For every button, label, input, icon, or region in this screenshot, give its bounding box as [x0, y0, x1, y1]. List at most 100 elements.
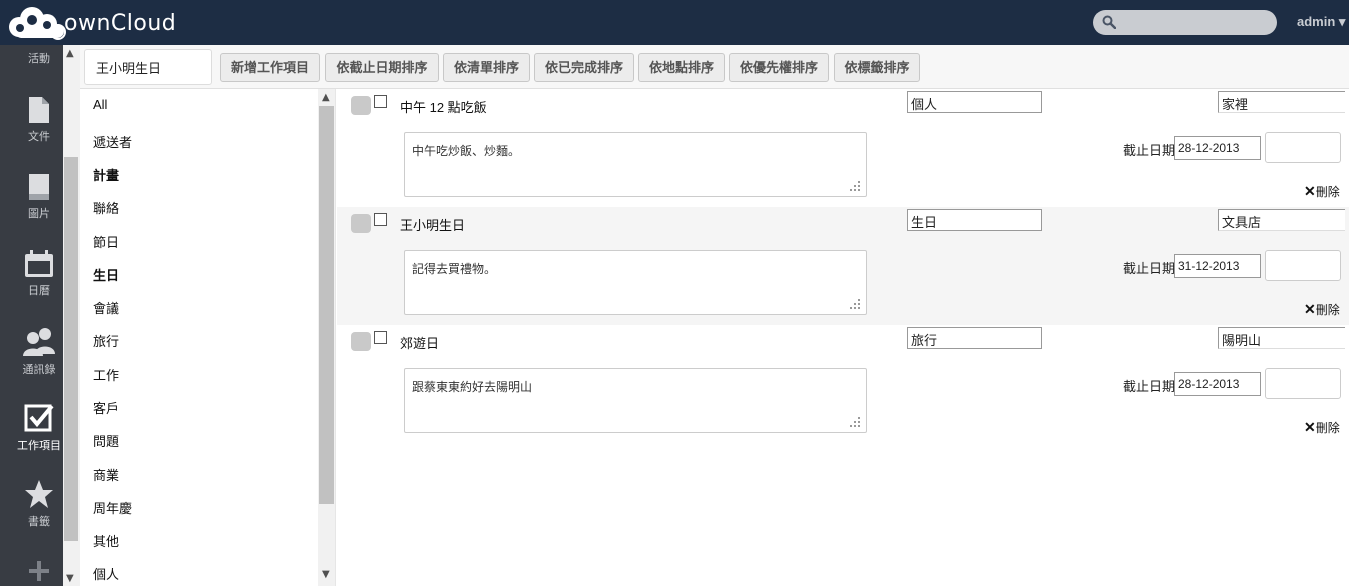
scroll-down-arrow-icon[interactable]: ▼: [322, 569, 330, 580]
task-complete-checkbox[interactable]: [374, 331, 387, 344]
task-row: 郊遊日 旅行 陽明山 跟蔡東東約好去陽明山 截止日期 28-12-2013 ✕刪…: [337, 325, 1349, 443]
task-location-field[interactable]: 家裡: [1218, 91, 1345, 113]
close-icon: ✕: [1304, 183, 1316, 199]
category-item[interactable]: 遞送者: [93, 132, 132, 151]
user-menu[interactable]: admin ▾: [1297, 14, 1345, 30]
due-date-label: 截止日期: [1123, 379, 1176, 394]
priority-handle[interactable]: [351, 96, 371, 115]
plus-icon: [29, 561, 49, 581]
due-date-input[interactable]: 28-12-2013: [1174, 372, 1261, 396]
resize-grip-icon[interactable]: [850, 181, 860, 191]
star-icon: [25, 480, 53, 508]
priority-handle[interactable]: [351, 332, 371, 351]
category-item[interactable]: 工作: [93, 365, 119, 384]
scroll-down-arrow-icon[interactable]: ▼: [66, 573, 74, 584]
header-bar: ownCloud admin ▾: [0, 0, 1349, 45]
due-date-input[interactable]: 31-12-2013: [1174, 254, 1261, 278]
nav-item-label: 工作項目: [17, 440, 61, 452]
category-item[interactable]: 周年慶: [93, 498, 132, 517]
delete-label: 刪除: [1315, 185, 1340, 199]
nav-item-label: 通訊錄: [22, 364, 56, 376]
file-icon: [29, 97, 49, 123]
task-category-field[interactable]: 旅行: [907, 327, 1042, 349]
delete-task-link[interactable]: ✕刪除: [1304, 301, 1340, 318]
search-input[interactable]: [1093, 10, 1277, 35]
nav-item-label: 圖片: [28, 208, 50, 220]
task-summary[interactable]: 中午 12 點吃飯: [400, 97, 487, 116]
task-extra-field[interactable]: [1265, 368, 1341, 399]
category-item[interactable]: 計畫: [93, 165, 119, 184]
task-location-field[interactable]: 陽明山: [1218, 327, 1345, 349]
category-item[interactable]: 其他: [93, 531, 119, 550]
scroll-up-arrow-icon[interactable]: ▲: [322, 92, 330, 103]
task-note-textarea[interactable]: 中午吃炒飯、炒麵。: [404, 132, 867, 197]
task-complete-checkbox[interactable]: [374, 213, 387, 226]
task-note-text: 跟蔡東東約好去陽明山: [412, 380, 533, 394]
app-navigation: 活動 文件 圖片 日曆 通訊錄 工作項目 書籤 ▼: [0, 45, 80, 586]
task-summary[interactable]: 郊遊日: [400, 333, 439, 352]
nav-scrollbar-thumb[interactable]: [64, 157, 78, 541]
cloud-icon: [9, 7, 66, 40]
category-item[interactable]: All: [93, 97, 107, 112]
tasks-icon: [24, 404, 54, 432]
category-item[interactable]: 個人: [93, 564, 119, 583]
category-item[interactable]: 生日: [93, 265, 119, 284]
category-scrollbar-thumb[interactable]: [319, 106, 334, 504]
close-icon: ✕: [1304, 419, 1316, 435]
task-note-text: 中午吃炒飯、炒麵。: [412, 144, 521, 158]
resize-grip-icon[interactable]: [850, 417, 860, 427]
priority-handle[interactable]: [351, 214, 371, 233]
task-summary[interactable]: 王小明生日: [400, 215, 465, 234]
sort-by-tag-button[interactable]: 依標籤排序: [834, 53, 920, 82]
task-complete-checkbox[interactable]: [374, 95, 387, 108]
sort-by-list-button[interactable]: 依清單排序: [443, 53, 530, 82]
task-note-text: 記得去買禮物。: [412, 262, 497, 276]
nav-item-label: 書籤: [28, 516, 50, 528]
add-task-button[interactable]: 新增工作項目: [220, 53, 320, 82]
logo-wordmark: ownCloud: [64, 10, 177, 36]
delete-task-link[interactable]: ✕刪除: [1304, 419, 1340, 436]
task-extra-field[interactable]: [1265, 132, 1341, 163]
sort-by-complete-button[interactable]: 依已完成排序: [534, 53, 634, 82]
nav-item-label: 活動: [28, 53, 50, 65]
task-row: 中午 12 點吃飯 個人 家裡 中午吃炒飯、炒麵。 截止日期 28-12-201…: [337, 89, 1349, 207]
task-controls: 新增工作項目 依截止日期排序 依清單排序 依已完成排序 依地點排序 依優先權排序…: [80, 45, 1349, 89]
delete-label: 刪除: [1315, 421, 1340, 435]
contacts-icon: [23, 328, 55, 356]
sort-by-location-button[interactable]: 依地點排序: [638, 53, 725, 82]
category-item[interactable]: 節日: [93, 232, 119, 251]
category-item[interactable]: 問題: [93, 431, 119, 450]
task-note-textarea[interactable]: 跟蔡東東約好去陽明山: [404, 368, 867, 433]
new-task-input[interactable]: [84, 49, 212, 85]
task-category-field[interactable]: 個人: [907, 91, 1042, 113]
due-date-label: 截止日期: [1123, 143, 1176, 158]
category-scrollbar[interactable]: ▲ ▼: [318, 89, 335, 586]
calendar-icon: [25, 250, 53, 277]
category-item[interactable]: 聯絡: [93, 198, 119, 217]
nav-item-label: 文件: [28, 131, 50, 143]
resize-grip-icon[interactable]: [850, 299, 860, 309]
delete-label: 刪除: [1315, 303, 1340, 317]
category-list: All 遞送者 計畫 聯絡 節日 生日 會議 旅行 工作 客戶 問題 商業 周年…: [80, 89, 336, 586]
owncloud-logo[interactable]: ownCloud: [6, 5, 176, 41]
close-icon: ✕: [1304, 301, 1316, 317]
category-item[interactable]: 會議: [93, 298, 119, 317]
task-location-field[interactable]: 文具店: [1218, 209, 1345, 231]
task-note-textarea[interactable]: 記得去買禮物。: [404, 250, 867, 315]
category-item[interactable]: 客戶: [93, 398, 119, 417]
due-date-input[interactable]: 28-12-2013: [1174, 136, 1261, 160]
category-item[interactable]: 商業: [93, 465, 119, 484]
nav-scrollbar[interactable]: ▼: [63, 45, 80, 586]
sort-by-due-button[interactable]: 依截止日期排序: [325, 53, 439, 82]
due-date-label: 截止日期: [1123, 261, 1176, 276]
task-category-field[interactable]: 生日: [907, 209, 1042, 231]
category-item[interactable]: 旅行: [93, 331, 119, 350]
delete-task-link[interactable]: ✕刪除: [1304, 183, 1340, 200]
picture-icon: [29, 174, 49, 200]
task-extra-field[interactable]: [1265, 250, 1341, 281]
task-row: 王小明生日 生日 文具店 記得去買禮物。 截止日期 31-12-2013 ✕刪除: [337, 207, 1349, 325]
scroll-up-arrow-icon[interactable]: ▲: [66, 48, 74, 59]
sort-by-priority-button[interactable]: 依優先權排序: [729, 53, 829, 82]
search-icon: [1102, 15, 1116, 29]
nav-item-label: 日曆: [28, 285, 50, 297]
